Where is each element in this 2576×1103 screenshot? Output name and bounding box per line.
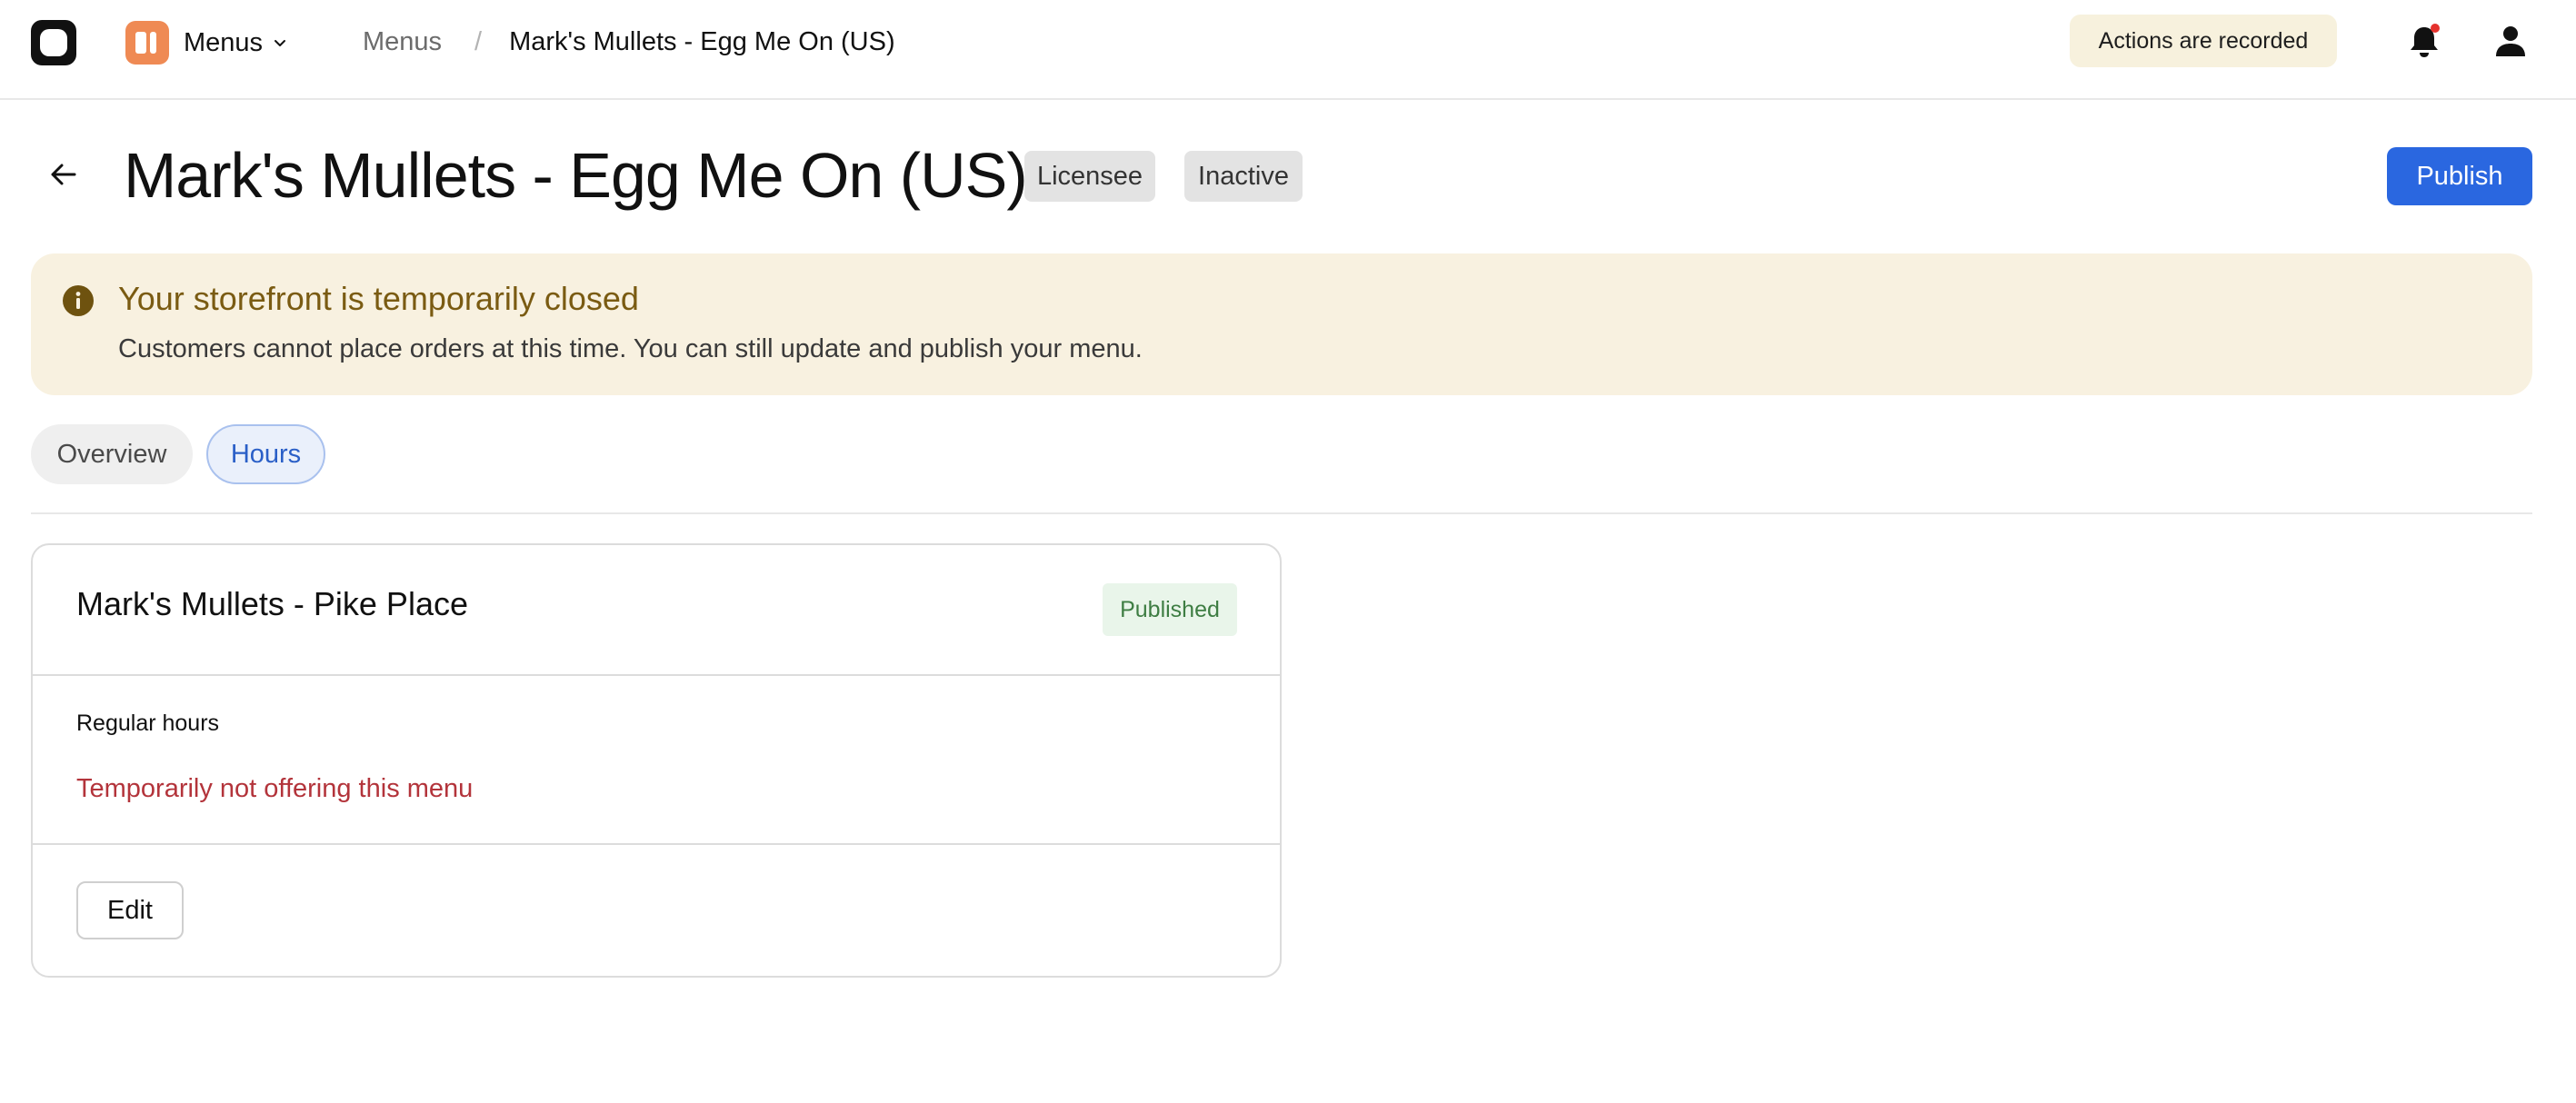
breadcrumb: Menus / Mark's Mullets - Egg Me On (US) bbox=[363, 25, 895, 58]
regular-hours-value: Temporarily not offering this menu bbox=[76, 774, 474, 803]
publish-button[interactable]: Publish bbox=[2387, 147, 2532, 205]
breadcrumb-menus-link[interactable]: Menus bbox=[363, 27, 442, 57]
card-divider bbox=[33, 674, 1280, 676]
card-divider bbox=[33, 843, 1280, 845]
app-switcher-label: Menus bbox=[184, 27, 264, 57]
regular-hours-label: Regular hours bbox=[76, 710, 220, 736]
storefront-closed-banner: Your storefront is temporarily closed Cu… bbox=[31, 253, 2532, 395]
licensee-tag: Licensee bbox=[1024, 151, 1155, 202]
menus-app-icon bbox=[125, 21, 169, 65]
tab-hours[interactable]: Hours bbox=[206, 424, 325, 484]
user-account-icon[interactable] bbox=[2492, 22, 2529, 60]
chevron-down-icon bbox=[275, 40, 286, 46]
breadcrumb-current: Mark's Mullets - Egg Me On (US) bbox=[509, 26, 895, 56]
info-icon bbox=[63, 285, 94, 316]
banner-title: Your storefront is temporarily closed bbox=[118, 280, 639, 317]
app-logo-icon[interactable] bbox=[31, 20, 76, 65]
actions-recorded-badge: Actions are recorded bbox=[2070, 15, 2337, 67]
back-arrow-icon[interactable] bbox=[45, 156, 82, 193]
breadcrumb-separator: / bbox=[474, 26, 483, 56]
app-switcher[interactable]: Menus bbox=[125, 20, 288, 65]
status-badge: Published bbox=[1103, 583, 1237, 636]
top-bar: Menus Menus / Mark's Mullets - Egg Me On… bbox=[0, 0, 2576, 100]
banner-text: Customers cannot place orders at this ti… bbox=[118, 334, 1143, 363]
tab-overview[interactable]: Overview bbox=[31, 424, 193, 484]
notifications-bell-icon[interactable] bbox=[2406, 22, 2442, 60]
location-title: Mark's Mullets - Pike Place bbox=[76, 585, 468, 622]
inactive-tag: Inactive bbox=[1184, 151, 1303, 202]
page-title: Mark's Mullets - Egg Me On (US) bbox=[124, 140, 1028, 211]
location-hours-card: Mark's Mullets - Pike Place Published Re… bbox=[31, 543, 1282, 978]
edit-button[interactable]: Edit bbox=[76, 881, 184, 939]
tabs-divider bbox=[31, 512, 2532, 514]
notification-dot bbox=[2431, 24, 2440, 33]
